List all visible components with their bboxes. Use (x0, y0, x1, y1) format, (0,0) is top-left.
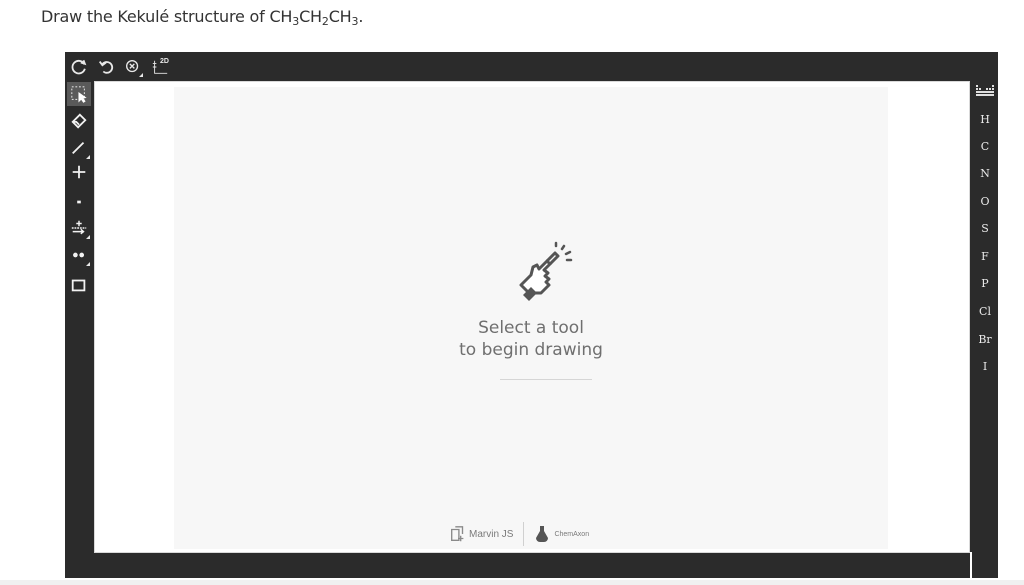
welcome-line-2: to begin drawing (459, 340, 603, 360)
subscript-2: 2 (321, 15, 329, 28)
element-c[interactable]: C (972, 137, 998, 157)
element-p[interactable]: P (972, 274, 998, 294)
submenu-indicator (86, 262, 90, 266)
element-cl[interactable]: Cl (972, 302, 998, 322)
2d-label: 2D (160, 58, 169, 65)
rectangle-shape-icon[interactable] (67, 273, 91, 297)
left-toolbar (65, 80, 93, 578)
question-suffix: . (358, 7, 364, 26)
marvin-icon (451, 526, 464, 542)
pointing-hand-icon (519, 241, 573, 301)
submenu-indicator (86, 155, 90, 159)
submenu-indicator (139, 73, 143, 77)
decrease-charge-icon[interactable] (67, 190, 91, 214)
chemaxon-logo: ChemAxon (534, 525, 589, 543)
welcome-line-1: Select a tool (478, 318, 584, 338)
canvas-scroll-edge (970, 552, 972, 578)
question-prefix: Draw the Kekulé structure of CH (41, 7, 293, 26)
question-ch: CH (299, 7, 322, 26)
chemaxon-label: ChemAxon (554, 530, 590, 538)
increase-charge-icon[interactable] (67, 160, 91, 184)
welcome-divider (500, 379, 592, 380)
eraser-tool-icon[interactable] (67, 109, 91, 133)
undo-icon[interactable] (95, 56, 117, 78)
reaction-arrow-icon[interactable] (67, 216, 91, 240)
periodic-table-icon[interactable] (976, 84, 994, 98)
element-s[interactable]: S (972, 219, 998, 239)
drawing-canvas[interactable]: Select a tool to begin drawing Marvin JS (94, 81, 970, 553)
element-h[interactable]: H (972, 110, 998, 130)
element-f[interactable]: F (972, 247, 998, 267)
right-toolbar: H C N O S F P Cl Br I (972, 80, 998, 420)
marvin-editor: 2D Select a tool to begin drawing Marvin… (65, 52, 998, 578)
select-tool-icon[interactable] (67, 82, 91, 106)
clear-icon[interactable] (68, 56, 90, 78)
element-n[interactable]: N (972, 164, 998, 184)
submenu-indicator (86, 235, 90, 239)
top-toolbar: 2D (65, 52, 998, 80)
marvin-js-label: Marvin JS (469, 528, 514, 540)
bottom-strip (0, 580, 1024, 585)
bond-tool-icon[interactable] (67, 136, 91, 160)
lone-pair-icon[interactable] (67, 243, 91, 267)
element-i[interactable]: I (972, 357, 998, 377)
zoom-reset-icon[interactable] (122, 56, 144, 78)
footer-logos: Marvin JS ChemAxon (449, 521, 649, 547)
marvin-js-logo: Marvin JS (449, 525, 513, 543)
welcome-panel: Select a tool to begin drawing Marvin JS (174, 87, 888, 549)
element-br[interactable]: Br (972, 330, 998, 350)
question-ch: CH (328, 7, 352, 26)
2d-clean-icon[interactable]: 2D (149, 56, 171, 78)
question-text: Draw the Kekulé structure of CH3CH2CH3. (41, 7, 363, 28)
flask-icon (536, 526, 549, 542)
element-o[interactable]: O (972, 192, 998, 212)
logo-separator (523, 522, 525, 546)
